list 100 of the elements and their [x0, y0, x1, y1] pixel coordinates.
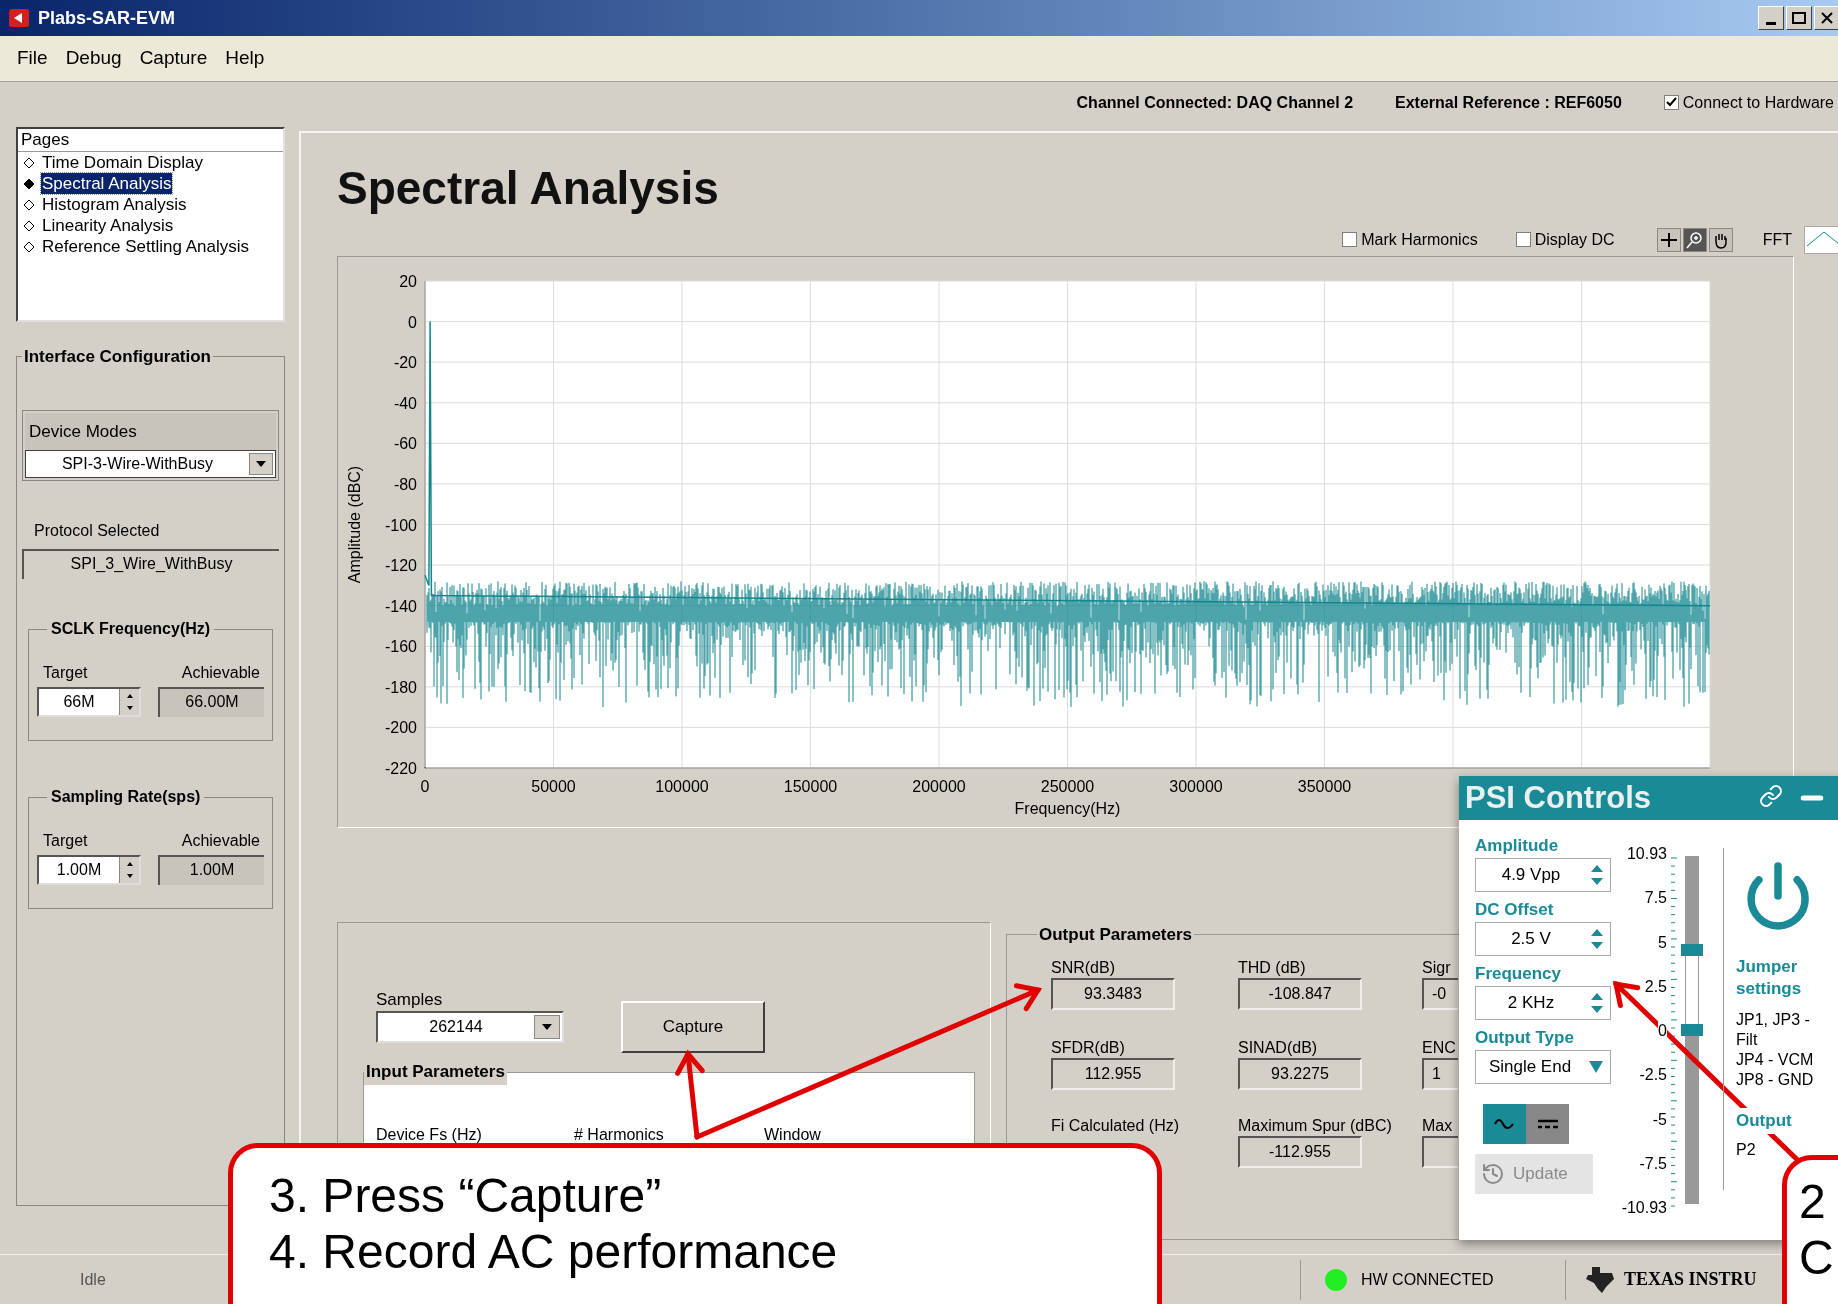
menu-item[interactable]: File	[10, 44, 55, 73]
target-spinner[interactable]: 1.00M	[37, 855, 141, 885]
spinner-arrows-icon[interactable]	[1590, 864, 1604, 886]
page-item[interactable]: Time Domain Display	[41, 152, 204, 173]
jumper-line: Filt	[1736, 1030, 1759, 1050]
output-field: 93.2275	[1238, 1057, 1362, 1090]
page-item[interactable]: Spectral Analysis	[41, 173, 173, 194]
menu-item[interactable]: Capture	[132, 44, 215, 73]
y-tick-label: -20	[393, 354, 417, 372]
samples-label: Samples	[376, 989, 443, 1011]
callout-text: C	[1799, 1230, 1835, 1286]
output-type-dropdown[interactable]: Single End	[1475, 1050, 1611, 1084]
slider-thumb[interactable]	[1681, 944, 1703, 957]
field-value: Single End	[1487, 1056, 1573, 1079]
maximize-button[interactable]	[1786, 6, 1812, 30]
spinner-field[interactable]: 4.9 Vpp	[1475, 858, 1611, 892]
crosshair-icon[interactable]	[1656, 227, 1681, 252]
callout-text: 2	[1799, 1174, 1827, 1230]
spinner-field[interactable]: 2.5 V	[1475, 922, 1611, 956]
output-label: SINAD(dB)	[1238, 1037, 1318, 1058]
refresh-icon	[1481, 1162, 1505, 1186]
x-tick-label: 150000	[783, 778, 838, 795]
diamond-icon	[23, 198, 35, 211]
dc-toggle[interactable]	[1526, 1104, 1569, 1144]
checkmark-icon	[1665, 97, 1677, 108]
y-tick-label: -40	[393, 394, 417, 412]
spinner-field[interactable]: 2 KHz	[1475, 986, 1611, 1020]
achievable-field: 66.00M	[158, 687, 264, 717]
jumper-line: JP8 - GND	[1736, 1070, 1815, 1090]
status-text: Idle	[80, 1269, 107, 1290]
y-tick-label: -160	[384, 638, 417, 656]
spinner-value: 1.00M	[55, 860, 103, 880]
link-icon[interactable]	[1759, 784, 1783, 808]
output-title: Output	[1736, 1108, 1792, 1134]
spin-buttons[interactable]	[119, 689, 139, 715]
target-spinner[interactable]: 66M	[37, 687, 141, 717]
achievable-label: Achievable	[181, 831, 260, 851]
x-tick-label: 300000	[1169, 778, 1223, 795]
jumper-line: JP4 - VCM	[1736, 1050, 1815, 1070]
page-item[interactable]: Linearity Analysis	[41, 215, 175, 236]
page-title: Spectral Analysis	[337, 160, 719, 216]
menu-item[interactable]: Debug	[58, 44, 129, 73]
checkbox[interactable]	[1342, 232, 1358, 247]
protocol-field: SPI_3_Wire_WithBusy	[22, 549, 279, 579]
psi-field-label: Frequency	[1475, 963, 1562, 985]
x-tick-label: 200000	[912, 778, 966, 795]
output-label: Max	[1422, 1115, 1453, 1136]
window-title: Plabs-SAR-EVM	[38, 6, 177, 30]
minimize-icon	[1766, 22, 1776, 25]
caret-icon	[256, 461, 266, 467]
x-tick-label: 350000	[1297, 778, 1352, 795]
sine-wave-icon	[1492, 1116, 1517, 1132]
spinner-arrows-icon[interactable]	[1590, 992, 1604, 1014]
output-field: 112.955	[1051, 1057, 1175, 1090]
capture-button[interactable]: Capture	[621, 1001, 765, 1053]
spinner-value: 66M	[62, 692, 96, 712]
page-item[interactable]: Histogram Analysis	[41, 194, 188, 215]
diamond-icon	[23, 240, 35, 253]
group-title: Sampling Rate(sps)	[50, 787, 202, 807]
legend-swatch-icon	[1804, 225, 1838, 254]
page-item[interactable]: Reference Settling Analysis	[41, 236, 250, 257]
achievable-label: Achievable	[181, 663, 260, 683]
menu-item[interactable]: Help	[218, 44, 272, 73]
checkbox[interactable]	[1663, 95, 1679, 110]
caret-icon	[1588, 1060, 1604, 1074]
y-tick-label: -200	[384, 719, 417, 737]
spinner-arrows-icon[interactable]	[1590, 928, 1604, 950]
samples-dropdown[interactable]: 262144	[376, 1011, 564, 1043]
hw-status: HW CONNECTED	[1361, 1269, 1494, 1290]
dropdown-value: 262144	[428, 1017, 484, 1037]
dropdown-value: SPI-3-Wire-WithBusy	[60, 454, 215, 474]
sine-wave-toggle[interactable]	[1483, 1104, 1526, 1144]
psi-title: PSI Controls	[1465, 778, 1652, 817]
close-icon	[1821, 12, 1833, 24]
y-tick-label: -100	[384, 516, 417, 534]
app-icon	[8, 8, 30, 28]
y-tick-label: -140	[384, 597, 417, 615]
group-title: Output Parameters	[1038, 924, 1194, 946]
checkbox[interactable]	[1515, 232, 1531, 247]
hand-icon[interactable]	[1708, 227, 1733, 252]
y-tick-label: -60	[393, 435, 417, 453]
y-axis-title: Amplitude (dBC)	[346, 465, 363, 584]
group-title: SCLK Frequency(Hz)	[50, 619, 212, 639]
minimize-button[interactable]	[1758, 6, 1784, 30]
field-value: 2.5 V	[1510, 928, 1552, 951]
slider-thumb[interactable]	[1681, 1024, 1703, 1036]
zoom-icon[interactable]	[1682, 227, 1707, 252]
close-button[interactable]	[1814, 6, 1838, 30]
target-label: Target	[43, 663, 88, 683]
device-modes-dropdown[interactable]: SPI-3-Wire-WithBusy	[25, 450, 276, 478]
spin-buttons[interactable]	[119, 857, 139, 883]
output-field: 93.3483	[1051, 977, 1175, 1010]
checkbox-label: Mark Harmonics	[1361, 229, 1478, 250]
x-tick-label: 250000	[1040, 778, 1095, 795]
x-axis-title: Frequency(Hz)	[1014, 800, 1121, 817]
checkbox-label: Connect to Hardware	[1682, 92, 1834, 113]
psi-field-label: Amplitude	[1475, 835, 1560, 857]
output-label: ENC	[1422, 1037, 1456, 1058]
maximize-icon	[1792, 12, 1806, 24]
caret-icon	[542, 1024, 552, 1030]
